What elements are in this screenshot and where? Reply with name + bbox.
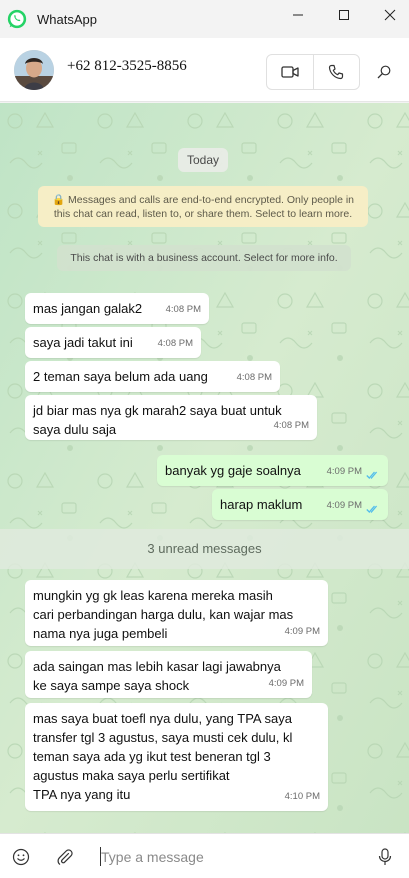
message-text: cari perbandingan harga dulu, kan wajar … bbox=[33, 607, 294, 622]
call-buttons-group bbox=[266, 54, 360, 90]
message-bubble-incoming[interactable]: saya jadi takut ini 4:08 PM bbox=[25, 327, 201, 358]
date-divider: Today bbox=[178, 148, 228, 172]
message-bubble-incoming[interactable]: jd biar mas nya gk marah2 saya buat untu… bbox=[25, 395, 317, 440]
message-text: transfer tgl 3 agustus, saya musti cek d… bbox=[33, 730, 293, 745]
voice-call-button[interactable] bbox=[312, 55, 360, 89]
message-time: 4:09 PM bbox=[284, 626, 320, 637]
maximize-icon bbox=[339, 10, 349, 20]
maximize-button[interactable] bbox=[322, 0, 366, 30]
message-text: ke saya sampe saya shock bbox=[33, 678, 190, 693]
contact-name[interactable]: +62 812-3525-8856 bbox=[67, 58, 187, 75]
message-bubble-incoming[interactable]: ada saingan mas lebih kasar lagi jawabny… bbox=[25, 651, 312, 698]
avatar-photo-icon bbox=[14, 50, 54, 90]
business-account-notice[interactable]: This chat is with a business account. Se… bbox=[57, 245, 351, 271]
chat-header: +62 812-3525-8856 bbox=[0, 38, 409, 102]
message-time: 4:10 PM bbox=[284, 791, 320, 802]
video-camera-icon bbox=[281, 66, 299, 78]
message-input[interactable] bbox=[101, 846, 361, 868]
microphone-icon bbox=[378, 848, 392, 865]
minimize-icon bbox=[293, 14, 303, 16]
minimize-button[interactable] bbox=[276, 0, 320, 30]
encryption-notice-line2: this chat can read, listen to, or share … bbox=[53, 208, 353, 220]
phone-icon bbox=[329, 64, 344, 80]
chat-messages-area[interactable]: Today 🔒 Messages and calls are end-to-en… bbox=[0, 103, 409, 833]
message-text: jd biar mas nya gk marah2 saya buat untu… bbox=[33, 403, 282, 418]
message-bubble-outgoing[interactable]: harap maklum 4:09 PM bbox=[212, 489, 388, 520]
search-button[interactable] bbox=[372, 60, 396, 84]
message-bubble-outgoing[interactable]: banyak yg gaje soalnya 4:09 PM bbox=[157, 455, 388, 486]
message-time: 4:08 PM bbox=[165, 304, 201, 315]
close-window-button[interactable] bbox=[368, 0, 409, 30]
message-text: TPA nya yang itu bbox=[33, 787, 131, 802]
search-icon bbox=[377, 65, 391, 79]
message-time: 4:08 PM bbox=[273, 420, 309, 431]
message-time: 4:08 PM bbox=[157, 338, 193, 349]
attach-button[interactable] bbox=[55, 847, 75, 867]
message-text: mas saya buat toefl nya dulu, yang TPA s… bbox=[33, 711, 292, 726]
message-bubble-incoming[interactable]: mas saya buat toefl nya dulu, yang TPA s… bbox=[25, 703, 328, 811]
unread-messages-label: 3 unread messages bbox=[147, 541, 262, 556]
message-text: teman saya ada yg ikut test beneran tgl … bbox=[33, 749, 271, 764]
voice-message-button[interactable] bbox=[375, 847, 395, 867]
message-time: 4:08 PM bbox=[236, 372, 272, 383]
video-call-button[interactable] bbox=[267, 55, 313, 89]
message-bubble-incoming[interactable]: mungkin yg gk leas karena mereka masih c… bbox=[25, 580, 328, 646]
contact-avatar[interactable] bbox=[14, 50, 54, 90]
whatsapp-logo-icon bbox=[7, 9, 27, 29]
encryption-notice-line1: 🔒 Messages and calls are end-to-end encr… bbox=[52, 194, 354, 206]
app-title: WhatsApp bbox=[37, 12, 97, 27]
message-text: mungkin yg gk leas karena mereka masih bbox=[33, 588, 273, 603]
message-time: 4:09 PM bbox=[326, 500, 362, 511]
message-text: agustus maka saya perlu sertifikat bbox=[33, 768, 230, 783]
window-titlebar: WhatsApp bbox=[0, 0, 409, 38]
message-text: nama nya juga pembeli bbox=[33, 626, 168, 641]
message-time: 4:09 PM bbox=[268, 678, 304, 689]
emoji-icon bbox=[12, 848, 30, 866]
paperclip-icon bbox=[57, 849, 73, 865]
encryption-notice[interactable]: 🔒 Messages and calls are end-to-end encr… bbox=[38, 186, 368, 227]
message-time: 4:09 PM bbox=[326, 466, 362, 477]
read-receipt-icon bbox=[366, 471, 378, 479]
read-receipt-icon bbox=[366, 505, 378, 513]
message-text: ada saingan mas lebih kasar lagi jawabny… bbox=[33, 659, 281, 674]
message-text: saya dulu saja bbox=[33, 422, 117, 437]
emoji-button[interactable] bbox=[11, 847, 31, 867]
message-composer bbox=[0, 833, 409, 878]
message-bubble-incoming[interactable]: mas jangan galak2 4:08 PM bbox=[25, 293, 209, 324]
close-icon bbox=[384, 9, 396, 21]
message-bubble-incoming[interactable]: 2 teman saya belum ada uang 4:08 PM bbox=[25, 361, 280, 392]
